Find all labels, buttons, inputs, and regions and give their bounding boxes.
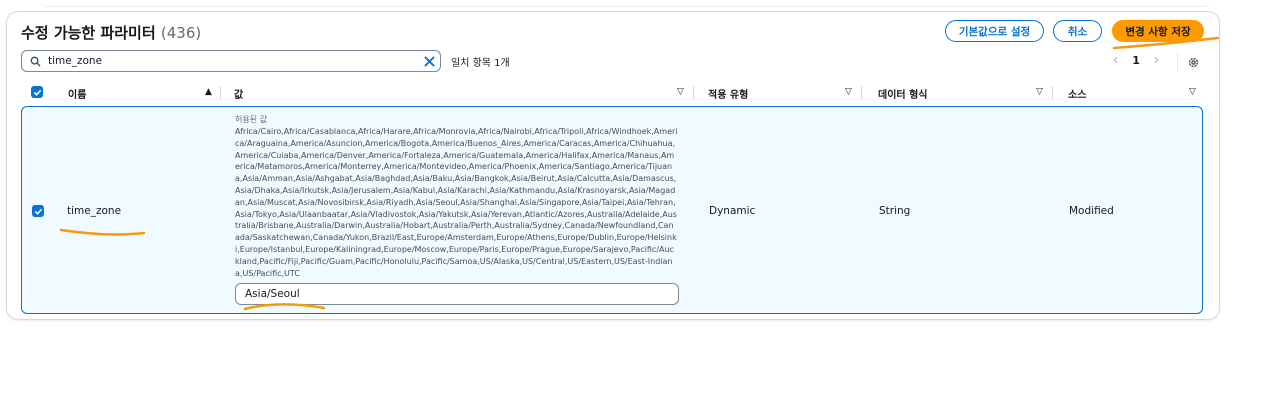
sort-icon[interactable]: ▽ [677, 87, 684, 97]
column-name[interactable]: 이름 [68, 86, 86, 101]
next-page-icon[interactable]: › [1154, 53, 1159, 68]
apply-type-value: Dynamic [709, 205, 756, 217]
current-page[interactable]: 1 [1132, 54, 1140, 67]
allowed-values-text: Africa/Cairo,Africa/Casablanca,Africa/Ha… [235, 127, 678, 278]
column-divider [1052, 86, 1053, 100]
select-all-checkbox[interactable] [31, 86, 43, 98]
column-divider [220, 86, 221, 100]
sort-icon[interactable]: ▽ [1189, 87, 1196, 97]
column-divider [861, 86, 862, 100]
parameter-count: (436) [160, 24, 202, 42]
data-type-value: String [879, 205, 911, 217]
column-data-type[interactable]: 데이터 형식 [878, 86, 927, 101]
table-row[interactable]: time_zone 허용된 값 Africa/Cairo,Africa/Casa… [21, 106, 1203, 314]
reset-to-default-button[interactable]: 기본값으로 설정 [945, 20, 1044, 42]
annotation-underline-name [59, 228, 146, 236]
search-value: time_zone [48, 55, 103, 67]
top-divider [40, 0, 1210, 7]
source-value: Modified [1069, 205, 1114, 217]
column-source[interactable]: 소스 [1068, 86, 1086, 101]
search-icon [22, 56, 48, 67]
title-text: 수정 가능한 파라미터 [21, 24, 156, 42]
parameter-name: time_zone [67, 205, 122, 217]
allowed-values-label: 허용된 값 [235, 115, 267, 124]
clear-icon[interactable] [418, 55, 440, 67]
sort-icon[interactable]: ▽ [845, 87, 852, 97]
column-value[interactable]: 값 [234, 86, 243, 101]
match-count: 일치 항목 1개 [451, 58, 510, 69]
parameters-panel: 수정 가능한 파라미터 (436) 기본값으로 설정 취소 변경 사항 저장 t… [6, 11, 1220, 320]
sort-icon[interactable]: ▽ [1036, 87, 1043, 97]
pagination: ‹ 1 › [1113, 53, 1159, 68]
previous-page-icon[interactable]: ‹ [1113, 53, 1118, 68]
table-header: 이름 ▲ 값 ▽ 적용 유형 ▽ 데이터 형식 ▽ 소스 ▽ [21, 82, 1206, 104]
settings-gear-icon[interactable] [1187, 54, 1200, 73]
column-divider [693, 86, 694, 100]
annotation-underline-value [243, 303, 326, 311]
annotation-underline-save [1112, 36, 1220, 50]
pagination-divider [1177, 52, 1178, 72]
cancel-button[interactable]: 취소 [1053, 20, 1102, 42]
page-title: 수정 가능한 파라미터 (436) [21, 22, 201, 43]
column-apply-type[interactable]: 적용 유형 [708, 86, 748, 101]
row-checkbox[interactable] [32, 205, 44, 217]
sort-ascending-icon[interactable]: ▲ [205, 87, 212, 97]
search-input[interactable]: time_zone [21, 50, 441, 72]
